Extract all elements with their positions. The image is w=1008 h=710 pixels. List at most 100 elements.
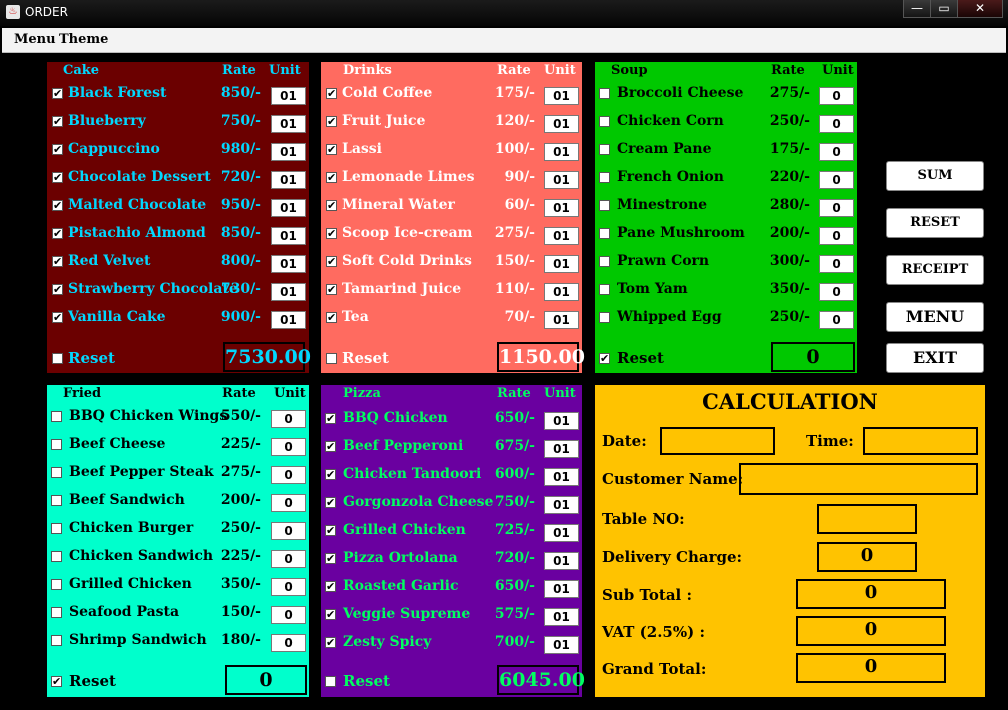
fried-item-unit-field[interactable]: 0	[271, 494, 306, 512]
menu-item-theme[interactable]: Theme	[59, 32, 108, 47]
pizza-item-unit-field[interactable]: 01	[544, 412, 579, 430]
soup-item-checkbox[interactable]	[599, 312, 610, 323]
fried-item-unit-field[interactable]: 0	[271, 550, 306, 568]
cake-item-checkbox[interactable]: ✔	[52, 312, 63, 323]
drinks-item-checkbox[interactable]: ✔	[326, 312, 337, 323]
soup-item-unit-field[interactable]: 0	[819, 87, 854, 105]
drinks-item-checkbox[interactable]: ✔	[326, 88, 337, 99]
pizza-item-checkbox[interactable]: ✔	[325, 553, 336, 564]
soup-item-checkbox[interactable]	[599, 284, 610, 295]
drinks-item-checkbox[interactable]: ✔	[326, 284, 337, 295]
soup-item-unit-field[interactable]: 0	[819, 227, 854, 245]
vat-field[interactable]: 0	[796, 616, 946, 646]
date-field[interactable]	[660, 427, 775, 455]
customer-name-field[interactable]	[739, 463, 978, 495]
drinks-item-unit-field[interactable]: 01	[544, 171, 579, 189]
soup-item-checkbox[interactable]	[599, 200, 610, 211]
drinks-item-unit-field[interactable]: 01	[544, 227, 579, 245]
soup-item-unit-field[interactable]: 0	[819, 199, 854, 217]
reset-all-button[interactable]: RESET	[886, 208, 984, 238]
grand-total-field[interactable]: 0	[796, 653, 946, 683]
subtotal-field[interactable]: 0	[796, 579, 946, 609]
cake-reset-checkbox[interactable]	[52, 353, 63, 364]
pizza-item-unit-field[interactable]: 01	[544, 580, 579, 598]
drinks-item-checkbox[interactable]: ✔	[326, 144, 337, 155]
pizza-item-checkbox[interactable]: ✔	[325, 637, 336, 648]
drinks-reset-checkbox[interactable]	[326, 353, 337, 364]
pizza-item-unit-field[interactable]: 01	[544, 496, 579, 514]
fried-item-checkbox[interactable]	[51, 439, 62, 450]
pizza-item-checkbox[interactable]: ✔	[325, 441, 336, 452]
fried-item-checkbox[interactable]	[51, 523, 62, 534]
pizza-item-unit-field[interactable]: 01	[544, 524, 579, 542]
minimize-button[interactable]: —	[903, 0, 931, 18]
pizza-item-unit-field[interactable]: 01	[544, 608, 579, 626]
cake-item-unit-field[interactable]: 01	[271, 311, 306, 329]
cake-item-checkbox[interactable]: ✔	[52, 88, 63, 99]
pizza-item-unit-field[interactable]: 01	[544, 552, 579, 570]
fried-item-checkbox[interactable]	[51, 411, 62, 422]
cake-item-checkbox[interactable]: ✔	[52, 284, 63, 295]
cake-item-unit-field[interactable]: 01	[271, 199, 306, 217]
menu-item-menu[interactable]: Menu	[14, 32, 56, 47]
cake-item-checkbox[interactable]: ✔	[52, 256, 63, 267]
soup-item-unit-field[interactable]: 0	[819, 311, 854, 329]
soup-item-unit-field[interactable]: 0	[819, 255, 854, 273]
sum-button[interactable]: SUM	[886, 161, 984, 191]
cake-item-unit-field[interactable]: 01	[271, 255, 306, 273]
fried-item-checkbox[interactable]	[51, 495, 62, 506]
cake-item-unit-field[interactable]: 01	[271, 283, 306, 301]
drinks-item-unit-field[interactable]: 01	[544, 143, 579, 161]
menu-button[interactable]: MENU	[886, 302, 984, 332]
soup-item-checkbox[interactable]	[599, 116, 610, 127]
pizza-item-checkbox[interactable]: ✔	[325, 413, 336, 424]
drinks-item-unit-field[interactable]: 01	[544, 255, 579, 273]
soup-item-unit-field[interactable]: 0	[819, 283, 854, 301]
pizza-item-checkbox[interactable]: ✔	[325, 609, 336, 620]
receipt-button[interactable]: RECEIPT	[886, 255, 984, 285]
drinks-item-checkbox[interactable]: ✔	[326, 172, 337, 183]
drinks-item-checkbox[interactable]: ✔	[326, 116, 337, 127]
cake-item-unit-field[interactable]: 01	[271, 143, 306, 161]
drinks-item-unit-field[interactable]: 01	[544, 283, 579, 301]
delivery-charge-field[interactable]: 0	[817, 542, 917, 572]
cake-item-unit-field[interactable]: 01	[271, 171, 306, 189]
fried-item-unit-field[interactable]: 0	[271, 438, 306, 456]
cake-item-unit-field[interactable]: 01	[271, 115, 306, 133]
drinks-item-checkbox[interactable]: ✔	[326, 256, 337, 267]
soup-reset-checkbox[interactable]: ✔	[599, 353, 610, 364]
pizza-item-checkbox[interactable]: ✔	[325, 525, 336, 536]
fried-item-unit-field[interactable]: 0	[271, 522, 306, 540]
maximize-button[interactable]: ▭	[930, 0, 958, 18]
fried-item-unit-field[interactable]: 0	[271, 634, 306, 652]
pizza-item-checkbox[interactable]: ✔	[325, 581, 336, 592]
cake-item-checkbox[interactable]: ✔	[52, 144, 63, 155]
drinks-item-unit-field[interactable]: 01	[544, 199, 579, 217]
table-no-field[interactable]	[817, 504, 917, 534]
pizza-reset-checkbox[interactable]	[325, 676, 336, 687]
fried-item-unit-field[interactable]: 0	[271, 578, 306, 596]
cake-item-checkbox[interactable]: ✔	[52, 200, 63, 211]
soup-item-checkbox[interactable]	[599, 88, 610, 99]
pizza-item-checkbox[interactable]: ✔	[325, 497, 336, 508]
drinks-item-unit-field[interactable]: 01	[544, 87, 579, 105]
cake-item-unit-field[interactable]: 01	[271, 87, 306, 105]
soup-item-checkbox[interactable]	[599, 228, 610, 239]
exit-button[interactable]: EXIT	[886, 343, 984, 373]
pizza-item-checkbox[interactable]: ✔	[325, 469, 336, 480]
fried-item-checkbox[interactable]	[51, 551, 62, 562]
fried-item-checkbox[interactable]	[51, 467, 62, 478]
cake-item-checkbox[interactable]: ✔	[52, 228, 63, 239]
cake-item-checkbox[interactable]: ✔	[52, 116, 63, 127]
drinks-item-unit-field[interactable]: 01	[544, 311, 579, 329]
fried-item-unit-field[interactable]: 0	[271, 606, 306, 624]
cake-item-checkbox[interactable]: ✔	[52, 172, 63, 183]
fried-item-checkbox[interactable]	[51, 607, 62, 618]
fried-item-checkbox[interactable]	[51, 635, 62, 646]
fried-reset-checkbox[interactable]: ✔	[51, 676, 62, 687]
drinks-item-unit-field[interactable]: 01	[544, 115, 579, 133]
pizza-item-unit-field[interactable]: 01	[544, 636, 579, 654]
drinks-item-checkbox[interactable]: ✔	[326, 200, 337, 211]
drinks-item-checkbox[interactable]: ✔	[326, 228, 337, 239]
pizza-item-unit-field[interactable]: 01	[544, 468, 579, 486]
